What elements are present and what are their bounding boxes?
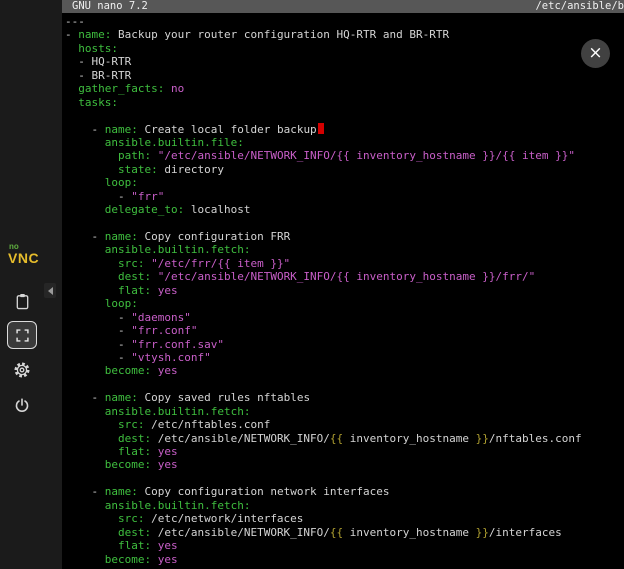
editor-line: - "daemons" — [65, 311, 624, 324]
editor-line — [65, 472, 624, 485]
editor-line: delegate_to: localhost — [65, 203, 624, 216]
sidebar-collapse-handle[interactable] — [44, 283, 56, 298]
editor-line: hosts: — [65, 42, 624, 55]
editor-line — [65, 378, 624, 391]
editor-line: src: "/etc/frr/{{ item }}" — [65, 257, 624, 270]
close-icon: × — [588, 45, 602, 62]
clipboard-button[interactable] — [7, 287, 37, 315]
fullscreen-icon — [15, 328, 30, 343]
power-button[interactable] — [7, 391, 37, 419]
editor-line: - HQ-RTR — [65, 55, 624, 68]
fullscreen-button[interactable] — [7, 321, 37, 349]
clipboard-icon — [14, 293, 31, 310]
editor-line: loop: — [65, 176, 624, 189]
gear-icon — [13, 361, 31, 379]
editor-line — [65, 217, 624, 230]
editor-line: src: /etc/nftables.conf — [65, 418, 624, 431]
editor-line: - name: Backup your router configuration… — [65, 28, 624, 41]
editor-line: flat: yes — [65, 539, 624, 552]
editor-line: flat: yes — [65, 445, 624, 458]
editor-line: - "frr.conf.sav" — [65, 338, 624, 351]
editor-line: - name: Copy configuration network inter… — [65, 485, 624, 498]
editor-line: ansible.builtin.file: — [65, 136, 624, 149]
editor-line: ansible.builtin.fetch: — [65, 243, 624, 256]
novnc-logo-text-vnc: VNC — [8, 251, 39, 265]
editor-line: src: /etc/network/interfaces — [65, 512, 624, 525]
nano-titlebar: GNU nano 7.2 /etc/ansible/b — [62, 0, 624, 13]
editor-line — [65, 109, 624, 122]
editor-line: gather_facts: no — [65, 82, 624, 95]
editor-line: dest: /etc/ansible/NETWORK_INFO/{{ inven… — [65, 526, 624, 539]
editor-line: dest: /etc/ansible/NETWORK_INFO/{{ inven… — [65, 432, 624, 445]
editor-line: - name: Create local folder backup — [65, 123, 624, 136]
editor-line: become: yes — [65, 364, 624, 377]
editor-line: --- — [65, 15, 624, 28]
editor-line: dest: "/etc/ansible/NETWORK_INFO/{{ inve… — [65, 270, 624, 283]
power-icon — [14, 397, 30, 413]
editor-line: become: yes — [65, 458, 624, 471]
editor-line: - name: Copy configuration FRR — [65, 230, 624, 243]
editor-line: loop: — [65, 297, 624, 310]
nano-filename-label: /etc/ansible/b — [535, 0, 624, 13]
editor-line: ansible.builtin.fetch: — [65, 405, 624, 418]
close-overlay-button[interactable]: × — [581, 39, 610, 68]
nano-version-label: GNU nano 7.2 — [72, 0, 148, 13]
editor-line: - BR-RTR — [65, 69, 624, 82]
editor-line: ansible.builtin.fetch: — [65, 499, 624, 512]
editor-buffer[interactable]: ---- name: Backup your router configurat… — [62, 13, 624, 566]
chevron-left-icon — [48, 287, 53, 295]
editor-line: tasks: — [65, 96, 624, 109]
editor-line: - "frr" — [65, 190, 624, 203]
editor-line: become: yes — [65, 553, 624, 566]
editor-line: flat: yes — [65, 284, 624, 297]
editor-line: - "vtysh.conf" — [65, 351, 624, 364]
text-cursor — [318, 123, 324, 134]
settings-button[interactable] — [7, 356, 37, 384]
editor-line: - "frr.conf" — [65, 324, 624, 337]
editor-line: - name: Copy saved rules nftables — [65, 391, 624, 404]
novnc-logo: no VNC — [8, 243, 39, 265]
editor-line: state: directory — [65, 163, 624, 176]
editor-line: path: "/etc/ansible/NETWORK_INFO/{{ inve… — [65, 149, 624, 162]
vnc-screen: no VNC — [0, 0, 624, 569]
terminal-window: GNU nano 7.2 /etc/ansible/b ---- name: B… — [62, 0, 624, 569]
